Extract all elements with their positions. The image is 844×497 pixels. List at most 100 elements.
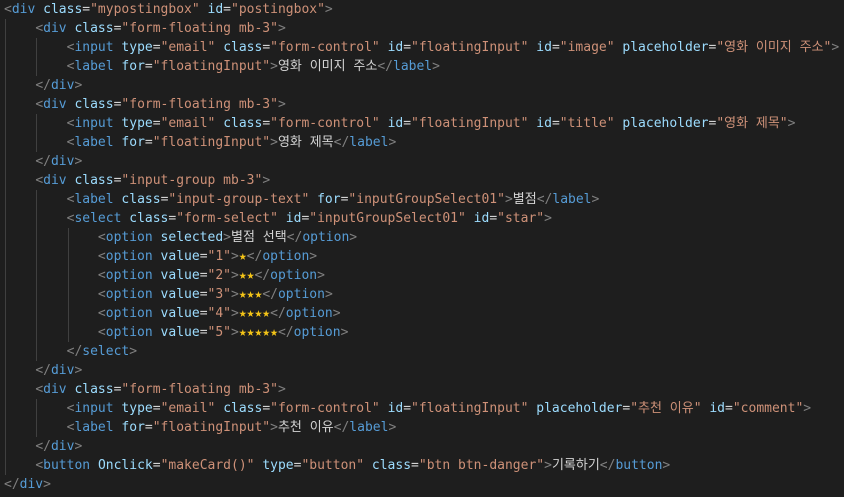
code-token-tag: select [74, 211, 122, 226]
code-token-attr: class [129, 211, 169, 226]
indent-guide [5, 247, 6, 266]
code-token-tag: label [74, 135, 114, 150]
code-line[interactable]: </div> [0, 437, 844, 456]
code-editor[interactable]: <div class="mypostingbox" id="postingbox… [0, 0, 844, 497]
code-token-tag: label [74, 192, 114, 207]
code-token-attr: for [121, 59, 145, 74]
code-token-attr: type [121, 401, 153, 416]
code-token-attr: id [207, 2, 224, 17]
code-line[interactable]: <div class="mypostingbox" id="postingbox… [0, 0, 844, 19]
code-token-tag: option [302, 230, 350, 245]
code-token-punct: </ [536, 192, 553, 207]
indent-guide [5, 19, 6, 38]
code-token-punct: > [388, 135, 397, 150]
code-token-str: "email" [160, 116, 216, 131]
code-token-attr: for [121, 135, 145, 150]
code-token-punct: > [231, 325, 239, 340]
code-token-str: "button" [301, 458, 365, 473]
code-token-punct: < [97, 325, 106, 340]
code-token-punct: < [97, 268, 106, 283]
code-line[interactable]: <option value="2">★★</option> [0, 266, 844, 285]
code-line[interactable]: <option value="3">★★★</option> [0, 285, 844, 304]
code-line[interactable]: <input type="email" class="form-control"… [0, 38, 844, 57]
code-line[interactable]: <option value="4">★★★★</option> [0, 304, 844, 323]
indent-guide [36, 304, 38, 323]
code-token-str: "image" [559, 40, 615, 55]
code-line[interactable]: <div class="form-floating mb-3"> [0, 95, 844, 114]
code-token-tag: input [74, 40, 114, 55]
code-token-punct: > [591, 192, 600, 207]
indent-guide [36, 342, 38, 361]
code-line[interactable]: </div> [0, 152, 844, 171]
code-line[interactable]: <button Onclick="makeCard()" type="butto… [0, 456, 844, 475]
code-token-tag: button [43, 458, 91, 473]
code-token-eq: = [551, 116, 560, 131]
code-token-tag: div [50, 363, 75, 378]
code-line[interactable]: <input type="email" class="form-control"… [0, 114, 844, 133]
code-line[interactable]: <option value="1">★</option> [0, 247, 844, 266]
code-token-attr: Onclick [97, 458, 153, 473]
code-token-punct: > [277, 382, 286, 397]
code-token-eq: = [144, 420, 153, 435]
code-token-attr: value [160, 325, 200, 340]
code-token-punct: </ [262, 287, 278, 302]
code-line[interactable]: <option value="5">★★★★★</option> [0, 323, 844, 342]
code-line[interactable]: <label for="floatingInput">영화 제목</label> [0, 133, 844, 152]
code-token-punct: </ [333, 420, 350, 435]
code-line[interactable]: <input type="email" class="form-control"… [0, 399, 844, 418]
indent-guide [36, 133, 38, 152]
code-token-punct: < [35, 173, 44, 188]
code-token-punct: > [504, 192, 513, 207]
code-token-str: "form-select" [176, 211, 278, 226]
code-token-tag: div [50, 78, 75, 93]
code-token-eq: = [152, 116, 161, 131]
code-token-attr: id [473, 211, 490, 226]
code-token-tag: div [43, 173, 67, 188]
code-token-str: "2" [207, 268, 231, 283]
indent-guide [5, 380, 6, 399]
code-token-punct: > [803, 401, 812, 416]
code-line[interactable]: <label for="floatingInput">추천 이유</label> [0, 418, 844, 437]
code-token-punct: > [270, 59, 278, 74]
code-line[interactable]: <div class="input-group mb-3"> [0, 171, 844, 190]
code-token-tag: div [43, 382, 67, 397]
indent-guide [67, 228, 69, 247]
indent-guide [5, 361, 6, 380]
code-line[interactable]: </select> [0, 342, 844, 361]
code-token-attr: selected [160, 230, 224, 245]
indent-guide [67, 285, 69, 304]
code-line[interactable]: </div> [0, 475, 844, 494]
code-token-punct: > [324, 287, 333, 302]
indent-guide [36, 285, 38, 304]
code-token-punct: > [340, 325, 349, 340]
code-line[interactable]: <div class="form-floating mb-3"> [0, 19, 844, 38]
code-token-eq: = [199, 325, 208, 340]
code-token-tag: div [19, 477, 44, 492]
indent-guide [5, 285, 6, 304]
code-token-tag: button [615, 458, 663, 473]
code-token-tag: option [105, 325, 153, 340]
indent-guide [36, 418, 38, 437]
code-line[interactable]: <div class="form-floating mb-3"> [0, 380, 844, 399]
code-line[interactable]: <option selected>별점 선택</option> [0, 228, 844, 247]
code-token-punct: </ [333, 135, 350, 150]
code-token-tag: label [74, 59, 114, 74]
code-line[interactable]: </div> [0, 361, 844, 380]
code-line[interactable]: <select class="form-select" id="inputGro… [0, 209, 844, 228]
code-token-punct: > [231, 268, 239, 283]
code-token-punct: > [74, 154, 83, 169]
code-token-punct: > [277, 97, 286, 112]
code-line[interactable]: <label class="input-group-text" for="inp… [0, 190, 844, 209]
code-token-tag: label [552, 192, 592, 207]
code-token-punct: > [544, 211, 552, 226]
code-line[interactable]: </div> [0, 76, 844, 95]
code-line[interactable]: <label for="floatingInput">영화 이미지 주소</la… [0, 57, 844, 76]
code-token-punct: > [129, 344, 138, 359]
code-token-punct: > [831, 40, 840, 55]
